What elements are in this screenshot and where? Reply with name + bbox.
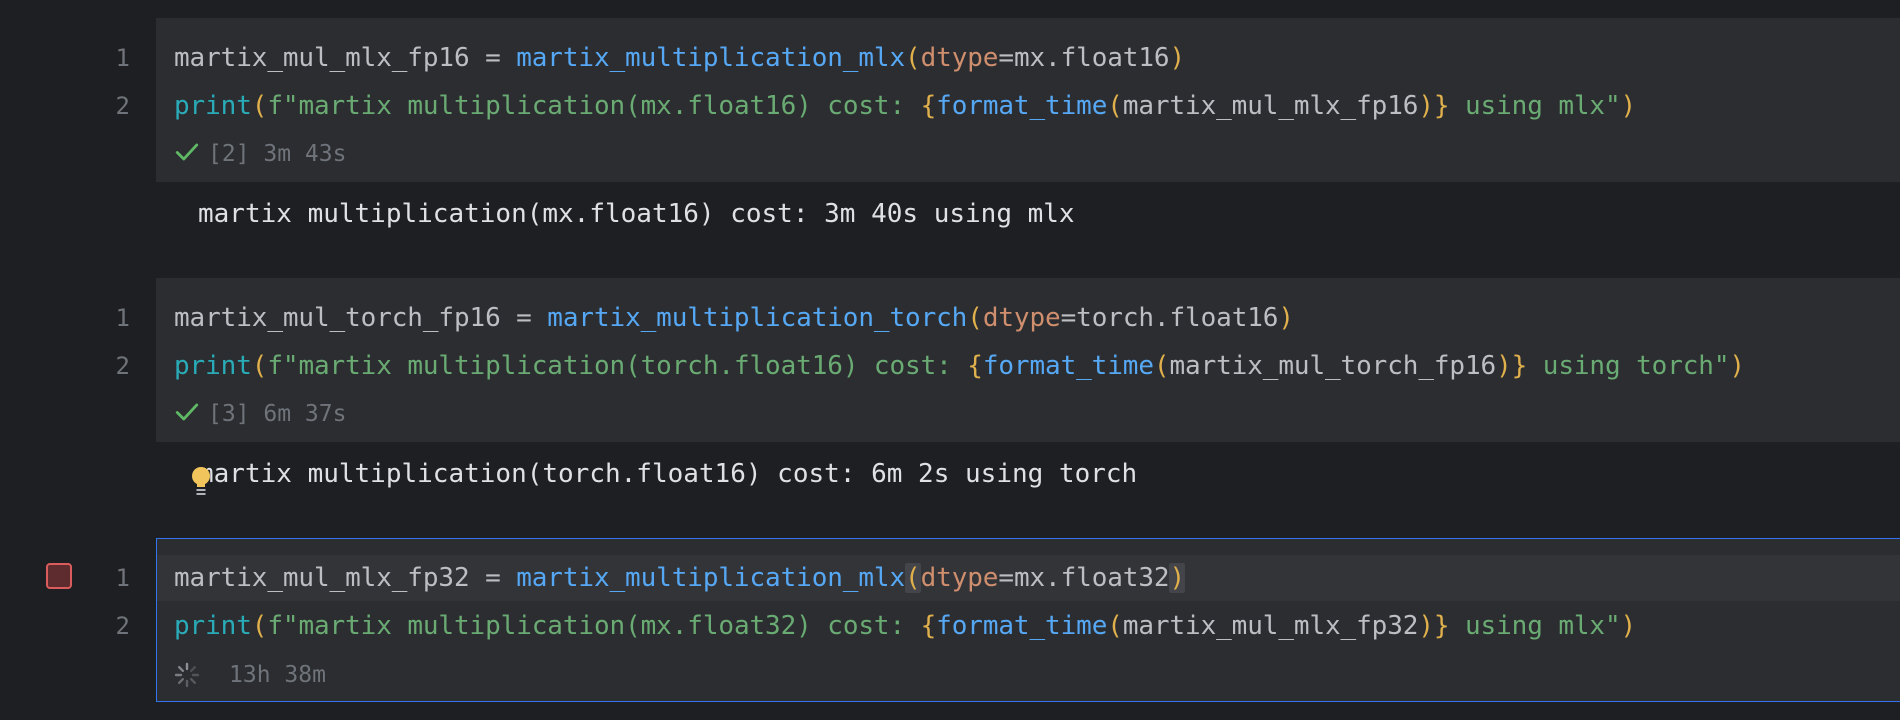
spinner-icon <box>174 662 200 688</box>
code-line[interactable]: martix_mul_torch_fp16 = martix_multiplic… <box>174 303 1294 333</box>
execution-count: [2] 3m 43s <box>208 141 347 167</box>
stop-icon[interactable] <box>46 563 72 589</box>
cell-output: martix multiplication(mx.float16) cost: … <box>198 199 1075 229</box>
line-number: 2 <box>115 92 130 120</box>
lightbulb-icon[interactable] <box>190 465 212 499</box>
matched-bracket: ) <box>1169 563 1186 593</box>
execution-timer: 13h 38m <box>229 662 326 688</box>
execution-status: [3] 6m 37s <box>174 399 346 429</box>
check-icon <box>175 143 199 160</box>
line-number: 1 <box>115 304 130 332</box>
code-line[interactable]: print(f"martix multiplication(mx.float16… <box>174 91 1636 121</box>
cell-output: martix multiplication(torch.float16) cos… <box>198 459 1138 489</box>
matched-bracket: ( <box>905 563 921 593</box>
line-number: 2 <box>115 352 130 380</box>
execution-count: [3] 6m 37s <box>208 401 347 427</box>
code-line[interactable]: print(f"martix multiplication(mx.float32… <box>174 611 1636 641</box>
execution-status: [2] 3m 43s <box>174 139 346 169</box>
line-number: 1 <box>115 44 130 72</box>
notebook-editor: 1 2 martix_mul_mlx_fp16 = martix_multipl… <box>0 0 1900 720</box>
code-line[interactable]: print(f"martix multiplication(torch.floa… <box>174 351 1745 381</box>
code-cell[interactable]: martix_mul_mlx_fp16 = martix_multiplicat… <box>156 18 1900 182</box>
line-number: 1 <box>115 564 130 592</box>
code-line[interactable]: martix_mul_mlx_fp16 = martix_multiplicat… <box>174 43 1185 73</box>
line-number: 2 <box>115 612 130 640</box>
check-icon <box>175 403 199 420</box>
active-code-cell[interactable]: martix_mul_mlx_fp32 = martix_multiplicat… <box>156 538 1900 702</box>
code-line[interactable]: martix_mul_mlx_fp32 = martix_multiplicat… <box>174 563 1185 593</box>
code-cell[interactable]: martix_mul_torch_fp16 = martix_multiplic… <box>156 278 1900 442</box>
